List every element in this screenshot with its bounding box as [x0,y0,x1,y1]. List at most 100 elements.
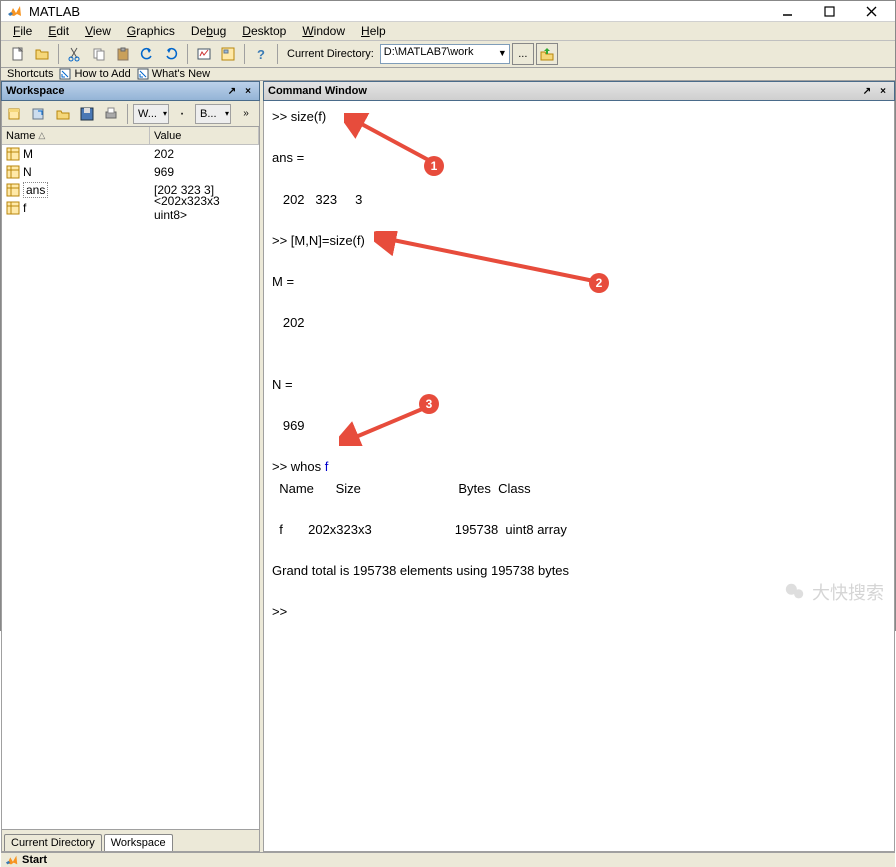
paste-button[interactable] [112,43,134,65]
cmdwin-title: Command Window [268,85,858,97]
col-name[interactable]: Name △ [2,127,150,144]
help-button[interactable]: ? [250,43,272,65]
cmd-line: Grand total is 195738 elements using 195… [272,563,569,578]
cmd-line: f 202x323x3 195738 uint8 array [272,522,567,537]
annotation-arrow-2 [374,231,604,291]
cmd-line: M = [272,274,294,289]
whatsnew-link[interactable]: What's New [137,68,210,80]
callout-1: 1 [424,156,444,176]
matlab-logo-icon [7,3,23,19]
redo-button[interactable] [160,43,182,65]
import-button[interactable] [52,104,74,124]
plot-combo[interactable]: W...▾ [133,104,169,124]
cmd-line: ans = [272,150,304,165]
shortcuts-bar: Shortcuts How to Add What's New [1,68,895,81]
close-panel-icon[interactable]: × [241,84,255,98]
menu-graphics[interactable]: Graphics [121,22,181,40]
separator [127,104,128,124]
open-file-button[interactable] [31,43,53,65]
close-button[interactable] [857,1,885,21]
menu-desktop[interactable]: Desktop [236,22,292,40]
workspace-header: Workspace ↗ × [1,81,260,101]
howto-link[interactable]: How to Add [59,68,130,80]
matlab-logo-icon [5,853,19,867]
tab-current-dir[interactable]: Current Directory [4,834,102,851]
current-dir-label: Current Directory: [287,48,374,60]
shortcuts-label: Shortcuts [7,68,53,80]
print-button[interactable] [100,104,122,124]
array-icon [6,165,20,179]
command-window[interactable]: >> size(f) ans = 202 323 3 >> [M,N]=size… [263,101,895,852]
menu-help[interactable]: Help [355,22,392,40]
cmd-prompt: >> [272,604,291,619]
array-icon [6,183,20,197]
table-row[interactable]: M 202 [2,145,259,163]
col-value[interactable]: Value [150,127,259,144]
left-panel: Workspace ↗ × W...▾ · B...▾ » Name △ [1,81,263,852]
watermark: 大快搜索 [784,579,884,605]
menu-edit[interactable]: Edit [42,22,75,40]
array-icon [6,147,20,161]
cmd-line: Name Size Bytes Class [272,481,531,496]
undock-icon[interactable]: ↗ [225,84,239,98]
separator [277,44,278,64]
undo-button[interactable] [136,43,158,65]
app-title: MATLAB [29,4,773,19]
callout-2: 2 [589,273,609,293]
separator [58,44,59,64]
workspace-table[interactable]: Name △ Value M 202 N 969 ans [202 323 3]… [1,127,260,830]
window-controls [773,1,885,21]
app-window: MATLAB File Edit View Graphics Debug Des… [0,0,896,631]
main-area: Workspace ↗ × W...▾ · B...▾ » Name △ [1,81,895,852]
left-tabs: Current Directory Workspace [1,830,260,852]
save-ws-button[interactable] [76,104,98,124]
dir-browse-button[interactable]: ... [512,43,534,65]
table-row[interactable]: N 969 [2,163,259,181]
undock-icon[interactable]: ↗ [860,84,874,98]
callout-3: 3 [419,394,439,414]
dir-up-button[interactable] [536,43,558,65]
array-icon [6,201,20,215]
new-var-button[interactable] [4,104,26,124]
svg-text:?: ? [257,47,265,62]
annotation-arrow-3 [339,401,439,446]
menubar: File Edit View Graphics Debug Desktop Wi… [1,22,895,41]
tab-workspace[interactable]: Workspace [104,834,173,851]
simulink-button[interactable] [193,43,215,65]
table-row[interactable]: f <202x323x3 uint8> [2,199,259,217]
guide-button[interactable] [217,43,239,65]
combo-sep: · [171,104,193,124]
more-icon[interactable]: » [235,104,257,124]
menu-file[interactable]: File [7,22,38,40]
base-combo[interactable]: B...▾ [195,104,231,124]
new-file-button[interactable] [7,43,29,65]
current-dir-field[interactable]: D:\MATLAB7\work▼ [380,44,510,64]
copy-button[interactable] [88,43,110,65]
cmd-line: 202 323 3 [272,192,362,207]
open-var-button[interactable] [28,104,50,124]
main-toolbar: ? Current Directory: D:\MATLAB7\work▼ ..… [1,41,895,68]
close-panel-icon[interactable]: × [876,84,890,98]
cmd-line: >> whos [272,459,325,474]
cut-button[interactable] [64,43,86,65]
menu-window[interactable]: Window [296,22,351,40]
minimize-button[interactable] [773,1,801,21]
cmd-line: >> [M,N]=size(f) [272,233,365,248]
annotation-arrow-1 [344,113,444,173]
workspace-table-head: Name △ Value [2,127,259,145]
separator [187,44,188,64]
maximize-button[interactable] [815,1,843,21]
cmd-line: 202 [272,315,305,330]
separator [244,44,245,64]
menu-view[interactable]: View [79,22,117,40]
wechat-icon [784,581,806,603]
cmd-line: 969 [272,418,305,433]
cmd-line: N = [272,377,293,392]
menu-debug[interactable]: Debug [185,22,232,40]
start-button[interactable]: Start [5,853,47,867]
statusbar: Start [1,852,895,867]
workspace-title: Workspace [6,85,223,97]
workspace-toolbar: W...▾ · B...▾ » [1,101,260,127]
cmd-arg: f [325,459,329,474]
right-panel: Command Window ↗ × >> size(f) ans = 202 … [263,81,895,852]
